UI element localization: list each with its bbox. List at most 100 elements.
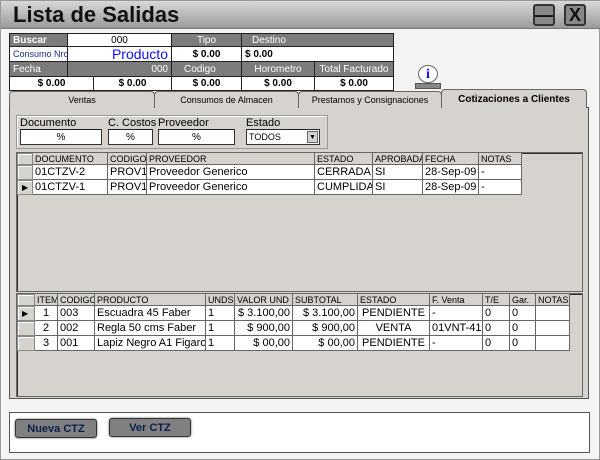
quotes-grid: DOCUMENTO CODIGO PROVEEDOR ESTADO APROBADA FE… <box>16 152 583 292</box>
ver-ctz-button[interactable]: Ver CTZ <box>109 418 191 437</box>
column-header[interactable]: NOTAS <box>479 153 522 165</box>
table-cell[interactable]: 3 <box>35 336 58 351</box>
column-header[interactable]: PRODUCTO <box>95 294 206 306</box>
column-header[interactable]: VALOR UND <box>235 294 293 306</box>
fecha-code: 000 <box>67 61 172 77</box>
row-selector[interactable]: ▶ <box>17 306 35 321</box>
table-cell[interactable]: Proveedor Generico <box>147 180 315 195</box>
table-cell[interactable]: $ 900,00 <box>293 321 358 336</box>
table-cell[interactable]: - <box>430 306 483 321</box>
codigo-label: Codigo <box>171 61 242 77</box>
column-header[interactable]: FECHA <box>423 153 479 165</box>
table-cell[interactable]: Proveedor Generico <box>147 165 315 180</box>
table-cell[interactable]: VENTA <box>358 321 430 336</box>
estado-value: TODOS <box>249 132 281 142</box>
table-cell[interactable]: $ 900,00 <box>235 321 293 336</box>
table-cell[interactable]: 0 <box>483 321 510 336</box>
ccostos-input[interactable]: % <box>108 129 153 145</box>
destino-label: Destino <box>241 33 394 47</box>
table-cell[interactable]: 0 <box>510 306 536 321</box>
table-cell[interactable]: 001 <box>58 336 95 351</box>
table-cell[interactable]: 1 <box>206 306 235 321</box>
table-cell[interactable]: CERRADA <box>315 165 373 180</box>
buscar-input[interactable]: 000 <box>67 33 172 47</box>
table-cell[interactable]: 01CTZV-1 <box>33 180 108 195</box>
column-header[interactable]: APROBADA <box>373 153 423 165</box>
row-selector[interactable]: ▶ <box>17 180 33 195</box>
table-cell[interactable]: PROV1 <box>108 165 147 180</box>
horometro-label: Horometro <box>241 61 315 77</box>
items-grid: ITEM CODIGO PRODUCTO UNDS VALOR UND SUBTOTAL E… <box>16 293 583 397</box>
info-icon[interactable]: i <box>415 65 441 91</box>
table-cell[interactable]: - <box>479 180 522 195</box>
nueva-ctz-button[interactable]: Nueva CTZ <box>15 419 97 438</box>
table-cell[interactable]: PROV1 <box>108 180 147 195</box>
table-cell[interactable]: SI <box>373 180 423 195</box>
tab-cotizaciones[interactable]: Cotizaciones a Clientes <box>441 89 587 108</box>
table-cell[interactable]: - <box>479 165 522 180</box>
estado-label: Estado <box>246 117 281 129</box>
close-icon[interactable]: X <box>564 4 586 26</box>
table-cell[interactable]: 28-Sep-09 <box>423 165 479 180</box>
table-cell[interactable]: 1 <box>35 306 58 321</box>
fecha-value: $ 0.00 <box>9 76 94 91</box>
column-header[interactable]: Gar. <box>510 294 536 306</box>
column-header[interactable]: ESTADO <box>315 153 373 165</box>
table-cell[interactable]: 01VNT-41 <box>430 321 483 336</box>
row-selector[interactable] <box>17 336 35 351</box>
table-cell[interactable]: $ 3.100,00 <box>235 306 293 321</box>
table-cell[interactable]: 01CTZV-2 <box>33 165 108 180</box>
table-cell[interactable] <box>536 306 570 321</box>
column-header[interactable]: DOCUMENTO <box>33 153 108 165</box>
chevron-down-icon[interactable]: ▼ <box>307 131 318 143</box>
table-cell[interactable]: 0 <box>510 336 536 351</box>
estado-select[interactable]: TODOS ▼ <box>246 129 320 145</box>
tab-ventas[interactable]: Ventas <box>9 91 155 108</box>
total-facturado-value: $ 0.00 <box>314 76 394 91</box>
table-cell[interactable]: 0 <box>483 306 510 321</box>
column-header[interactable]: CODIGO <box>58 294 95 306</box>
table-cell[interactable]: SI <box>373 165 423 180</box>
table-cell[interactable]: $ 00,00 <box>235 336 293 351</box>
table-cell[interactable]: 002 <box>58 321 95 336</box>
table-cell[interactable]: 0 <box>483 336 510 351</box>
table-cell[interactable]: $ 3.100,00 <box>293 306 358 321</box>
column-header[interactable]: F. Venta <box>430 294 483 306</box>
value-2: $ 0.00 <box>93 76 172 91</box>
table-cell[interactable] <box>536 321 570 336</box>
table-cell[interactable]: 28-Sep-09 <box>423 180 479 195</box>
minimize-icon[interactable]: — <box>533 4 555 26</box>
column-header[interactable]: PROVEEDOR <box>147 153 315 165</box>
table-cell[interactable] <box>536 336 570 351</box>
tipo-value: $ 0.00 <box>171 46 242 62</box>
proveedor-input[interactable]: % <box>158 129 235 145</box>
table-cell[interactable]: PENDIENTE <box>358 306 430 321</box>
column-header[interactable]: CODIGO <box>108 153 147 165</box>
column-header[interactable]: SUBTOTAL <box>293 294 358 306</box>
tab-prestamos[interactable]: Prestamos y Consignaciones <box>298 91 442 108</box>
table-cell[interactable]: - <box>430 336 483 351</box>
destino-value: $ 0.00 <box>241 46 394 62</box>
table-cell[interactable]: 1 <box>206 336 235 351</box>
table-cell[interactable]: Escuadra 45 Faber <box>95 306 206 321</box>
column-header[interactable]: ITEM <box>35 294 58 306</box>
row-selector[interactable] <box>17 165 33 180</box>
table-cell[interactable]: PENDIENTE <box>358 336 430 351</box>
table-cell[interactable]: CUMPLIDA <box>315 180 373 195</box>
tab-consumos-almacen[interactable]: Consumos de Almacen <box>154 91 299 108</box>
row-selector[interactable] <box>17 321 35 336</box>
consumo-value[interactable]: Producto <box>67 46 172 62</box>
table-cell[interactable]: 0 <box>510 321 536 336</box>
row-pointer-icon: ▶ <box>22 183 29 192</box>
table-cell[interactable]: Regla 50 cms Faber <box>95 321 206 336</box>
column-header[interactable]: NOTAS <box>536 294 570 306</box>
column-header[interactable]: T/E <box>483 294 510 306</box>
documento-input[interactable]: % <box>20 129 102 145</box>
column-header[interactable]: UNDS <box>206 294 235 306</box>
column-header[interactable]: ESTADO <box>358 294 430 306</box>
table-cell[interactable]: 1 <box>206 321 235 336</box>
table-cell[interactable]: 003 <box>58 306 95 321</box>
table-cell[interactable]: $ 00,00 <box>293 336 358 351</box>
table-cell[interactable]: 2 <box>35 321 58 336</box>
table-cell[interactable]: Lapiz Negro A1 Figaro <box>95 336 206 351</box>
